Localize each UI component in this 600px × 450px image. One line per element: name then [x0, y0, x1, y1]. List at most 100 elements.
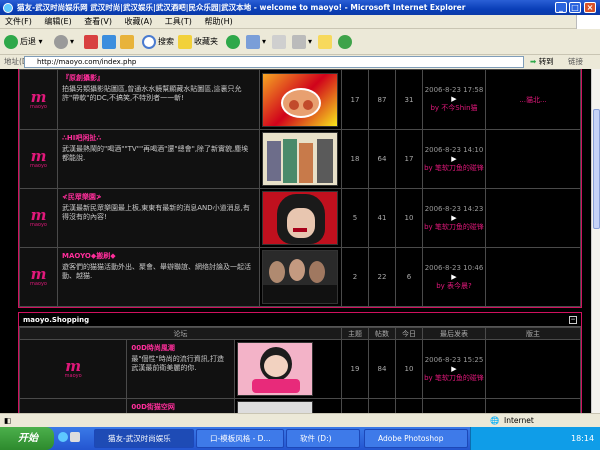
forum-row: m maoyo ∴HI吧闲扯∴ 武漢最熱鬧的"喝酒""TV""再喝酒"還"總會",… — [19, 129, 581, 189]
messenger-icon — [338, 34, 352, 49]
system-tray: 18:14 — [470, 427, 600, 450]
posts-count: 84 — [368, 339, 396, 399]
clock[interactable]: 18:14 — [571, 427, 594, 450]
history-button[interactable] — [226, 33, 242, 51]
collapse-toggle[interactable]: − — [569, 316, 577, 324]
print-icon — [272, 34, 286, 49]
forum-link[interactable]: 00D街猫空网 — [131, 402, 229, 412]
col-moderator: 版主 — [485, 327, 581, 340]
forum-info: ∴HI吧闲扯∴ 武漢最熱鬧的"喝酒""TV""再喝酒"還"總會",除了新實貌,塵… — [57, 129, 260, 189]
mail-icon — [246, 34, 260, 49]
back-button[interactable]: 后退 ▾ — [4, 33, 43, 51]
scroll-thumb[interactable] — [593, 109, 600, 229]
search-icon — [142, 34, 156, 49]
forum-thumbnail[interactable] — [259, 129, 342, 189]
forum-table-top: m maoyo 『原創攝影』 拍攝另類攝影貼圖區,曾通水水鏡幫顯藏水貼圖區,這裏只… — [19, 69, 581, 307]
menu-help[interactable]: 帮助(H) — [199, 15, 237, 29]
print-button[interactable] — [272, 33, 288, 51]
last-post[interactable]: 2006-8-23 17:58 ▶ by 不今Shin猫 — [422, 69, 486, 130]
task-photoshop-window[interactable]: Adobe Photoshop — [364, 429, 468, 448]
col-posts: 帖数 — [368, 327, 396, 340]
home-button[interactable] — [120, 33, 136, 51]
forum-thumbnail[interactable] — [259, 188, 342, 248]
posts-count — [368, 398, 396, 413]
task-ie-window[interactable]: 猫友-武汉时尚娱乐 — [94, 429, 194, 448]
menu-tools[interactable]: 工具(T) — [160, 15, 197, 29]
forum-link[interactable]: ∴HI吧闲扯∴ — [62, 133, 255, 143]
moderator[interactable]: ...貓北... — [485, 69, 581, 130]
messenger-button[interactable] — [338, 33, 354, 51]
forum-description: 遊客們的猫猫活動外出、聚會、舉辦聯誼、網络討論及一起活動、越猫. — [62, 263, 251, 280]
last-post[interactable]: 2006-8-23 14:10 ▶ by 笔软刀鱼的碰锋 — [422, 129, 486, 189]
moderator[interactable] — [485, 398, 581, 413]
forum-info: ≮民眾樂園≯ 武漢最新民眾樂園最上板,東東有最新的消息AND小道消息,有得沒有的… — [57, 188, 260, 248]
minimize-button[interactable]: _ — [555, 2, 567, 13]
menu-bar: 文件(F) 编辑(E) 查看(V) 收藏(A) 工具(T) 帮助(H) — [0, 15, 600, 29]
go-button[interactable]: ➡ 转到 — [530, 55, 554, 69]
forum-link[interactable]: 『原創攝影』 — [62, 73, 255, 83]
address-bar: 地址(D) ➡ 转到 链接 — [0, 55, 600, 69]
forum-link[interactable]: MAOYO◆搬刷◆ — [62, 251, 255, 261]
moderator[interactable] — [485, 129, 581, 189]
maoyo-logo: m — [18, 398, 128, 413]
search-button[interactable]: 搜索 — [142, 33, 174, 51]
last-post[interactable]: 2006-8-23 10:46 ▶ by 表今晨? — [422, 247, 486, 307]
moderator[interactable] — [485, 188, 581, 248]
moderator[interactable] — [485, 247, 581, 307]
last-post[interactable]: 2006-8-23 15:25 ▶ by 笔软刀鱼的碰锋 — [422, 339, 486, 399]
maximize-button[interactable]: □ — [569, 2, 581, 13]
task-folder-window[interactable]: 软件 (D:) — [286, 429, 360, 448]
last-post[interactable]: 2006-8-23 14:23 ▶ by 笔软刀鱼的碰锋 — [422, 188, 486, 248]
menu-file[interactable]: 文件(F) — [0, 15, 37, 29]
forum-thumbnail[interactable] — [233, 339, 343, 399]
forum-row: m maoyo 『原創攝影』 拍攝另類攝影貼圖區,曾通水水鏡幫顯藏水貼圖區,這裏只… — [19, 69, 581, 130]
forum-row: m maoyo ≮民眾樂園≯ 武漢最新民眾樂園最上板,東東有最新的消息AND小道消… — [19, 188, 581, 248]
section-title: maoyo.Shopping — [23, 316, 90, 324]
forum-thumbnail[interactable] — [233, 398, 343, 413]
moderator[interactable] — [485, 339, 581, 399]
folder-button[interactable] — [318, 33, 334, 51]
topics-count: 2 — [341, 247, 369, 307]
refresh-icon — [102, 34, 116, 49]
address-input[interactable] — [24, 56, 524, 68]
col-today: 今日 — [395, 327, 423, 340]
forward-button[interactable]: ▾ — [54, 33, 74, 51]
ie-quicklaunch-icon[interactable] — [58, 432, 68, 442]
refresh-button[interactable] — [102, 33, 118, 51]
forum-info: 『原創攝影』 拍攝另類攝影貼圖區,曾通水水鏡幫顯藏水貼圖區,這裏只允許"帶軟"的… — [57, 69, 260, 130]
forum-description: 武漢最新民眾樂園最上板,東東有最新的消息AND小道消息,有得沒有的內容! — [62, 204, 250, 221]
start-button[interactable]: 开始 — [0, 427, 54, 450]
column-header-row: 论坛 主题 帖数 今日 最后发表 版主 — [19, 327, 581, 340]
favorites-button[interactable]: 收藏夹 — [178, 33, 218, 51]
forum-row: m maoyo 00D時尚風潮 最"個性"時尚的流行資訊,打造武漢最前衛美麗的你.… — [18, 339, 581, 399]
last-post[interactable] — [422, 398, 486, 413]
maoyo-logo: m maoyo — [19, 69, 58, 130]
close-button[interactable]: × — [584, 2, 596, 13]
zone-label: Internet — [504, 416, 534, 425]
forum-thumbnail[interactable] — [259, 247, 342, 307]
edit-button[interactable]: ▾ — [292, 33, 312, 51]
forum-info: MAOYO◆搬刷◆ 遊客們的猫猫活動外出、聚會、舉辦聯誼、網络討論及一起活動、越… — [57, 247, 260, 307]
vertical-scrollbar[interactable] — [591, 69, 600, 413]
forum-link[interactable]: 00D時尚風潮 — [131, 343, 229, 353]
window-titlebar: 猫友-武汉时尚娱乐网 武汉时尚|武汉娱乐|武汉酒吧|民众乐园|武汉本地 - we… — [0, 0, 600, 15]
forum-section-shopping: maoyo.Shopping − 论坛 主题 帖数 今日 最后发表 版主 m ma… — [18, 312, 582, 413]
desktop-icon[interactable] — [70, 432, 80, 442]
folder-icon — [318, 34, 332, 49]
window-title: 猫友-武汉时尚娱乐网 武汉时尚|武汉娱乐|武汉酒吧|民众乐园|武汉本地 - we… — [17, 3, 466, 12]
col-last-post: 最后发表 — [422, 327, 486, 340]
task-template-window[interactable]: 口-模板风格 - D... — [196, 429, 284, 448]
forum-link[interactable]: ≮民眾樂園≯ — [62, 192, 255, 202]
menu-edit[interactable]: 编辑(E) — [39, 15, 76, 29]
topics-count: 19 — [341, 339, 369, 399]
stop-button[interactable] — [84, 33, 100, 51]
mail-button[interactable]: ▾ — [246, 33, 266, 51]
today-count: 31 — [395, 69, 423, 130]
menu-favorites[interactable]: 收藏(A) — [120, 15, 158, 29]
forum-section-top: m maoyo 『原創攝影』 拍攝另類攝影貼圖區,曾通水水鏡幫顯藏水貼圖區,這裏只… — [18, 69, 582, 308]
maoyo-logo: m maoyo — [19, 129, 58, 189]
forum-table-shopping: 论坛 主题 帖数 今日 最后发表 版主 m maoyo 00D時尚風潮 最"個性"… — [18, 327, 581, 413]
links-button[interactable]: 链接 — [568, 55, 583, 69]
menu-view[interactable]: 查看(V) — [79, 15, 117, 29]
forum-thumbnail[interactable] — [259, 69, 342, 130]
